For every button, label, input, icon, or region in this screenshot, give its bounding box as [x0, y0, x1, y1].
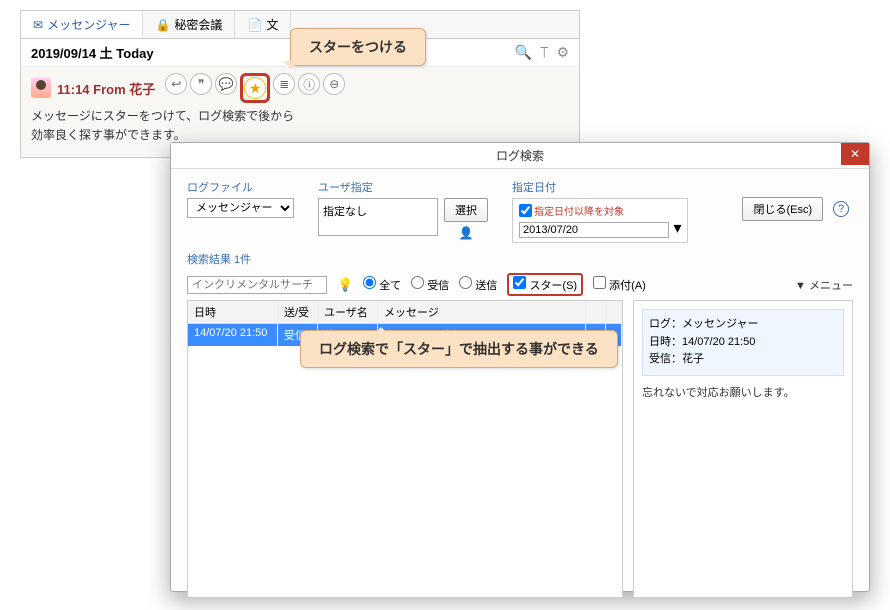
tab-label: 文 — [266, 16, 278, 33]
chat-icon[interactable]: 💬 — [215, 73, 237, 95]
star-highlight: ★ — [240, 73, 270, 103]
date-input[interactable] — [519, 222, 669, 238]
message-header: 11:14 From 花子 ↩ ❞ 💬 ★ ≣ ⓘ ⊖ — [31, 73, 569, 103]
mail-icon: ✉ — [33, 18, 43, 32]
user-label: ユーザ指定 — [318, 179, 488, 195]
col-user[interactable]: ユーザ名 — [318, 301, 378, 323]
block-icon[interactable]: ⊖ — [323, 73, 345, 95]
filter-star-highlight: スター(S) — [507, 273, 583, 296]
detail-pane: ログ：メッセンジャー 日時：14/07/20 21:50 受信：花子 忘れないで… — [633, 300, 853, 598]
filter-attach[interactable]: 添付(A) — [593, 276, 646, 293]
message-body: メッセージにスターをつけて、ログ検索で後から 効率良く探す事ができます。 — [31, 107, 569, 145]
date-after-check-input[interactable] — [519, 204, 532, 217]
col-star — [586, 301, 606, 323]
logfile-group: ログファイル メッセンジャー — [187, 179, 294, 218]
message-line-1: メッセージにスターをつけて、ログ検索で後から — [31, 107, 569, 126]
detail-recv: 受信：花子 — [649, 351, 837, 369]
menu-dropdown[interactable]: ▼ メニュー — [795, 277, 853, 293]
tab-label: メッセンジャー — [47, 16, 130, 33]
filter-row: 💡 全て 受信 送信 スター(S) 添付(A) ▼ メニュー — [171, 269, 869, 300]
date-group: 指定日付 指定日付以降を対象 ▾ — [512, 179, 688, 243]
detail-body: 忘れないで対応お願いします。 — [642, 384, 844, 400]
date-text: 2019/09/14 土 Today — [31, 43, 154, 62]
callout-filter: ログ検索で「スター」で抽出する事ができる — [300, 330, 618, 368]
filter-star[interactable]: スター(S) — [513, 276, 577, 293]
dialog-title-bar: ログ検索 ✕ — [171, 143, 869, 169]
gear-icon[interactable]: ⚙ — [556, 44, 569, 61]
callout-star: スターをつける — [290, 28, 426, 66]
tab-label: 秘密会議 — [174, 16, 222, 33]
filter-radios: 全て 受信 送信 スター(S) 添付(A) — [363, 273, 646, 296]
detail-header: ログ：メッセンジャー 日時：14/07/20 21:50 受信：花子 — [642, 309, 844, 376]
tab-secret[interactable]: 🔒 秘密会議 — [143, 11, 235, 38]
tab-messenger[interactable]: ✉ メッセンジャー — [21, 11, 143, 38]
message-time-from: 11:14 From 花子 — [57, 79, 155, 98]
date-after-checkbox[interactable]: 指定日付以降を対象 — [519, 203, 681, 218]
cell-datetime: 14/07/20 21:50 — [188, 324, 278, 346]
up-icon[interactable]: ⟙ — [540, 44, 548, 61]
lock-icon: 🔒 — [155, 18, 170, 32]
close-esc-button[interactable]: 閉じる(Esc) — [742, 197, 823, 221]
info-icon[interactable]: ⓘ — [298, 73, 320, 95]
date-toolbar: 🔍 ⟙ ⚙ — [515, 44, 569, 61]
star-button[interactable]: ★ — [244, 77, 266, 99]
result-count: 検索結果 1件 — [171, 249, 869, 269]
tab-doc[interactable]: 📄 文 — [235, 11, 291, 38]
bulb-icon[interactable]: 💡 — [337, 277, 353, 293]
logfile-label: ログファイル — [187, 179, 294, 195]
filter-recv[interactable]: 受信 — [411, 276, 449, 293]
col-sendrecv[interactable]: 送/受 — [278, 301, 318, 323]
quote-icon[interactable]: ❞ — [190, 73, 212, 95]
detail-log: ログ：メッセンジャー — [649, 316, 837, 334]
table-header: 日時 送/受 ユーザ名 メッセージ — [188, 301, 622, 324]
date-after-label: 指定日付以降を対象 — [534, 203, 624, 218]
user-icon[interactable]: 👤 — [444, 226, 488, 240]
incremental-search-input[interactable] — [187, 276, 327, 294]
user-field[interactable]: 指定なし — [318, 198, 438, 236]
filter-send[interactable]: 送信 — [459, 276, 497, 293]
detail-datetime: 日時：14/07/20 21:50 — [649, 334, 837, 352]
dialog-title: ログ検索 — [496, 149, 544, 163]
dialog-controls: ログファイル メッセンジャー ユーザ指定 指定なし 選択 👤 指定日付 指定日付… — [171, 169, 869, 249]
close-icon[interactable]: ✕ — [841, 143, 869, 165]
select-user-button[interactable]: 選択 — [444, 198, 488, 222]
filter-all[interactable]: 全て — [363, 276, 401, 293]
reply-icon[interactable]: ↩ — [165, 73, 187, 95]
col-message[interactable]: メッセージ — [378, 301, 586, 323]
col-expand — [606, 301, 622, 323]
date-label: 指定日付 — [512, 179, 688, 195]
logfile-select[interactable]: メッセンジャー — [187, 198, 294, 218]
search-icon[interactable]: 🔍 — [515, 44, 532, 61]
doc-icon: 📄 — [247, 18, 262, 32]
help-icon[interactable]: ? — [833, 201, 849, 217]
user-group: ユーザ指定 指定なし 選択 👤 — [318, 179, 488, 240]
avatar — [31, 78, 51, 98]
message-actions: ↩ ❞ 💬 ★ ≣ ⓘ ⊖ — [165, 73, 345, 103]
col-datetime[interactable]: 日時 — [188, 301, 278, 323]
